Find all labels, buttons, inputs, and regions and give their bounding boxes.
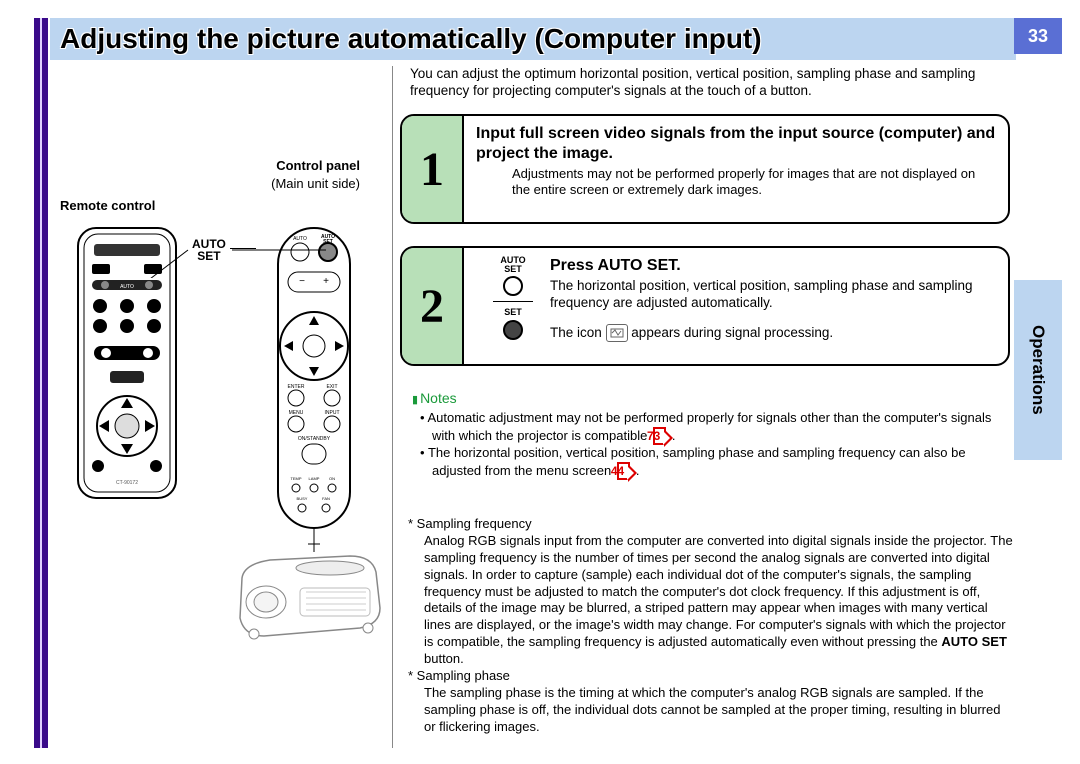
term-text: Analog RGB signals input from the comput… — [424, 533, 1013, 649]
notes-heading: Notes — [412, 390, 457, 406]
projector-illustration — [220, 548, 390, 648]
set-label: SET — [504, 307, 522, 318]
auto-set-button-icon — [503, 276, 523, 296]
definition-sampling-phase: Sampling phase The sampling phase is the… — [408, 668, 1014, 736]
svg-text:BUSY: BUSY — [297, 496, 308, 501]
svg-text:ON/STANDBY: ON/STANDBY — [298, 436, 331, 442]
svg-text:MENU: MENU — [289, 410, 304, 416]
svg-text:EXIT: EXIT — [326, 384, 337, 390]
step-2-heading: Press AUTO SET. — [550, 256, 996, 277]
step-1-number: 1 — [402, 116, 464, 222]
step-1-heading: Input full screen video signals from the… — [476, 124, 996, 164]
page-reference-badge[interactable]: 73 — [653, 427, 666, 445]
term-body: The sampling phase is the timing at whic… — [408, 685, 1014, 736]
page-number: 33 — [1028, 26, 1048, 47]
step-2-text: Press AUTO SET. The horizontal position,… — [550, 256, 996, 356]
step-2-line2a: The icon — [550, 325, 606, 340]
note-text: The horizontal position, vertical positi… — [428, 445, 966, 478]
step-1-text: Adjustments may not be performed properl… — [512, 166, 996, 199]
column-divider — [392, 66, 393, 748]
term-label: Sampling phase — [408, 668, 1014, 685]
svg-text:CT-90172: CT-90172 — [116, 480, 138, 486]
step-2-line1: The horizontal position, vertical positi… — [550, 277, 996, 312]
page-reference-badge[interactable]: 44 — [617, 462, 630, 480]
step-2-line2b: appears during signal processing. — [631, 325, 833, 340]
svg-text:FAN: FAN — [322, 496, 330, 501]
svg-text:INPUT: INPUT — [325, 410, 340, 416]
page-number-badge: 33 — [1014, 18, 1062, 54]
intro-paragraph: You can adjust the optimum horizontal po… — [410, 66, 1010, 100]
chapter-tab-label: Operations — [1028, 325, 1048, 415]
svg-text:ON: ON — [329, 476, 335, 481]
step-2-number: 2 — [402, 248, 464, 364]
definition-sampling-frequency: Sampling frequency Analog RGB signals in… — [408, 516, 1014, 668]
illustration-column: Control panel (Main unit side) Remote co… — [60, 158, 380, 618]
list-item: Automatic adjustment may not be performe… — [408, 410, 1014, 445]
section-accent-bar — [34, 18, 48, 748]
step-2-body: AUTOSET SET Press AUTO SET. The horizont… — [464, 248, 1008, 364]
list-item: The horizontal position, vertical positi… — [408, 445, 1014, 480]
processing-icon — [606, 324, 628, 342]
svg-text:ENTER: ENTER — [288, 384, 305, 390]
svg-text:AUTO: AUTO — [120, 284, 134, 290]
step-2-box: 2 AUTOSET SET Press AUTO SET. The horizo… — [400, 246, 1010, 366]
term-text-tail: button. — [424, 651, 464, 666]
set-button-icon — [503, 320, 523, 340]
term-label: Sampling frequency — [408, 516, 1014, 533]
title-banner: Adjusting the picture automatically (Com… — [50, 18, 1016, 60]
svg-text:TEMP: TEMP — [290, 476, 301, 481]
chapter-tab: Operations — [1014, 280, 1062, 460]
term-body: Analog RGB signals input from the comput… — [408, 533, 1014, 668]
note-text: Automatic adjustment may not be performe… — [427, 410, 991, 443]
auto-set-label: AUTOSET — [500, 256, 525, 274]
step-2-line2: The icon appears during signal processin… — [550, 324, 996, 342]
notes-list: Automatic adjustment may not be performe… — [408, 410, 1014, 480]
page-title: Adjusting the picture automatically (Com… — [60, 23, 762, 55]
step-1-body: Input full screen video signals from the… — [464, 116, 1008, 222]
diagram-divider — [493, 301, 533, 302]
step-2-button-diagram: AUTOSET SET — [476, 256, 550, 356]
term-bold: AUTO SET — [941, 634, 1007, 649]
callout-leader — [60, 158, 380, 278]
svg-text:LAMP: LAMP — [309, 476, 320, 481]
step-1-box: 1 Input full screen video signals from t… — [400, 114, 1010, 224]
